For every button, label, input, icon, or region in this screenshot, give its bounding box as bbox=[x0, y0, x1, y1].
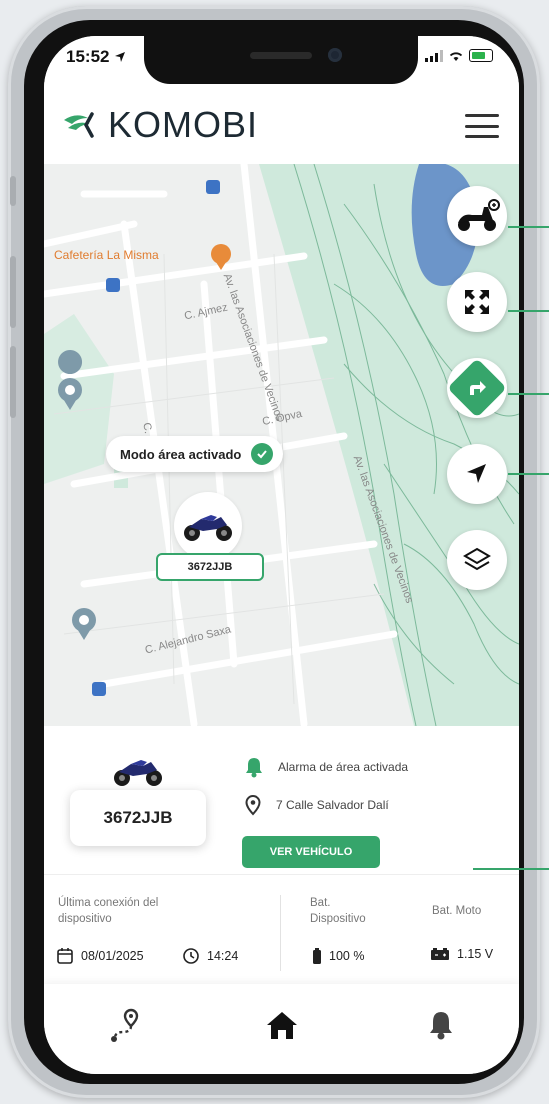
silent-switch bbox=[10, 176, 16, 206]
layers-icon bbox=[463, 547, 491, 571]
volume-down-button bbox=[10, 346, 16, 418]
vehicle-plate-card: 3672JJB bbox=[70, 790, 206, 846]
nav-home[interactable] bbox=[257, 1000, 307, 1050]
moto-battery-label: Bat. Moto bbox=[432, 905, 482, 917]
map-layers-button[interactable] bbox=[447, 530, 507, 590]
alarm-text: Alarma de área activada bbox=[278, 760, 409, 774]
callout-line bbox=[508, 310, 549, 312]
last-connection-label: Última conexión del dispositivo bbox=[58, 897, 159, 925]
map-view[interactable]: Cafetería La Misma C. Ajmez C. Opva C. F… bbox=[44, 164, 519, 726]
last-connection-time: 14:24 bbox=[182, 947, 238, 965]
callout-line bbox=[508, 226, 549, 228]
bell-icon bbox=[430, 1012, 452, 1040]
nav-routes[interactable] bbox=[100, 1000, 150, 1050]
car-battery-icon bbox=[431, 948, 449, 960]
bottom-nav bbox=[44, 984, 519, 1074]
battery-icon bbox=[469, 49, 493, 62]
route-icon bbox=[111, 1008, 139, 1042]
motorcycle-icon bbox=[184, 515, 232, 541]
callout-line bbox=[473, 868, 549, 870]
location-arrow-icon bbox=[115, 52, 126, 62]
callout-line bbox=[508, 473, 549, 475]
menu-button[interactable] bbox=[465, 114, 499, 138]
wifi-icon bbox=[449, 51, 463, 61]
location-pin-icon bbox=[245, 794, 261, 816]
moto-battery-value: 1.15 V bbox=[430, 947, 493, 961]
calendar-icon bbox=[57, 948, 73, 964]
device-battery-value: 100 % bbox=[312, 947, 364, 965]
bell-icon bbox=[246, 758, 262, 778]
area-mode-chip: Modo área activado bbox=[106, 436, 284, 472]
poi-cafeteria[interactable]: Cafetería La Misma bbox=[54, 248, 159, 262]
scooter-icon bbox=[458, 199, 500, 231]
vehicle-marker[interactable] bbox=[174, 492, 242, 560]
device-stats: Última conexión del dispositivo 08/01/20… bbox=[44, 874, 519, 985]
address-text: 7 Calle Salvador Dalí bbox=[276, 798, 389, 812]
vehicle-plate-tag: 3672JJB bbox=[156, 553, 264, 581]
app-header: KOMOBI bbox=[44, 86, 519, 165]
motorcycle-icon bbox=[114, 760, 162, 786]
vehicle-info-panel: 3672JJB Alarma de área activada 7 Calle … bbox=[44, 726, 519, 874]
app-screen: 15:52 KOMOBI Cafetería La Misma C. Ajmez… bbox=[44, 36, 519, 1074]
callout-line bbox=[508, 393, 549, 395]
volume-up-button bbox=[10, 256, 16, 328]
directions-button[interactable] bbox=[447, 358, 507, 418]
battery-icon bbox=[313, 948, 321, 964]
alarm-row: Alarma de área activada bbox=[244, 756, 408, 778]
status-time: 15:52 bbox=[66, 47, 126, 67]
device-battery-label: Bat. Dispositivo bbox=[310, 897, 366, 925]
home-icon bbox=[267, 1012, 297, 1039]
brand-name: KOMOBI bbox=[108, 104, 259, 145]
vehicle-mode-button[interactable] bbox=[447, 186, 507, 246]
last-connection-date: 08/01/2025 bbox=[56, 947, 144, 965]
notch bbox=[144, 36, 418, 84]
expand-icon bbox=[465, 290, 489, 314]
my-location-button[interactable] bbox=[447, 444, 507, 504]
view-vehicle-button[interactable]: VER VEHÍCULO bbox=[242, 836, 380, 868]
navigation-arrow-icon bbox=[467, 464, 486, 483]
clock-icon bbox=[183, 948, 199, 964]
status-indicators bbox=[425, 49, 493, 62]
directions-icon bbox=[470, 381, 486, 395]
address-row: 7 Calle Salvador Dalí bbox=[244, 794, 389, 816]
nav-notifications[interactable] bbox=[416, 1000, 466, 1050]
fullscreen-button[interactable] bbox=[447, 272, 507, 332]
stats-divider bbox=[280, 895, 281, 971]
signal-icon bbox=[425, 49, 443, 62]
logo-icon bbox=[64, 112, 94, 138]
check-icon bbox=[251, 443, 274, 465]
komobi-logo[interactable]: KOMOBI bbox=[62, 104, 258, 146]
area-mode-label: Modo área activado bbox=[120, 446, 242, 462]
